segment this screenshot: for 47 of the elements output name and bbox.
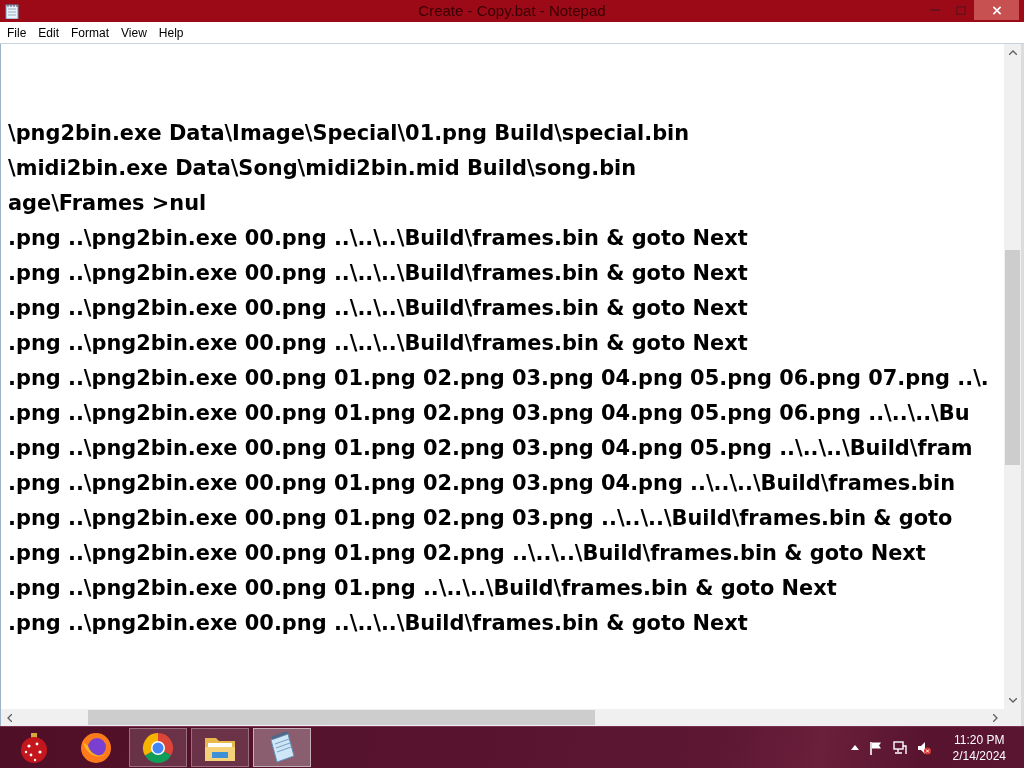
network-icon[interactable] xyxy=(892,740,907,755)
text-line: \midi2bin.exe Data\Song\midi2bin.mid Build\song.bin xyxy=(8,155,637,182)
menu-item[interactable]: Edit xyxy=(32,23,66,42)
taskbar-button[interactable] xyxy=(129,728,187,767)
scroll-left-icon[interactable] xyxy=(7,713,12,722)
text-line: .png ..\png2bin.exe 00.png 01.png 02.png 03.png 04.png ..\..\..\Build\frames.bin xyxy=(8,470,956,497)
clock[interactable]: 11:20 PM 2/14/2024 xyxy=(952,731,1006,764)
text-line: .png ..\png2bin.exe 00.png ..\..\..\Build\frames.bin & goto Next xyxy=(8,610,748,637)
text-line: .png ..\png2bin.exe 00.png 01.png 02.png 03.png 04.png 05.png 06.png 07.png ..\. xyxy=(8,365,989,392)
menu-item[interactable]: File xyxy=(1,23,33,42)
horizontal-scrollbar[interactable] xyxy=(1,709,1004,726)
ornament-icon xyxy=(18,731,50,764)
minimize-icon xyxy=(930,9,940,11)
text-line: .png ..\png2bin.exe 00.png ..\..\..\Build\frames.bin & goto Next xyxy=(8,330,748,357)
maximize-icon xyxy=(956,5,966,15)
notepad-icon xyxy=(4,3,20,19)
scroll-down-icon[interactable] xyxy=(1008,698,1017,703)
text-line: .png ..\png2bin.exe 00.png ..\..\..\Build\frames.bin & goto Next xyxy=(8,225,748,252)
menu-item[interactable]: Format xyxy=(65,23,116,42)
text-line: \png2bin.exe Data\Image\Special\01.png Build\special.bin xyxy=(8,120,690,147)
window-title: Create - Copy.bat - Notepad xyxy=(418,1,606,21)
menu-item[interactable]: Help xyxy=(152,23,190,42)
text-line: .png ..\png2bin.exe 00.png 01.png 02.png 03.png 04.png 05.png ..\..\..\Build\fram xyxy=(8,435,973,462)
scroll-up-icon[interactable] xyxy=(1008,50,1017,55)
speaker-icon[interactable] xyxy=(916,740,931,755)
flag-icon[interactable] xyxy=(868,740,883,755)
taskbar-button[interactable] xyxy=(253,728,311,767)
menu-item[interactable]: View xyxy=(115,23,153,42)
close-button[interactable] xyxy=(974,0,1019,20)
text-line: .png ..\png2bin.exe 00.png 01.png 02.png 03.png 04.png 05.png 06.png ..\..\..\Bu xyxy=(8,400,970,427)
ring-browser-icon xyxy=(142,731,174,764)
text-line: .png ..\png2bin.exe 00.png 01.png 02.png ..\..\..\Build\frames.bin & goto Next xyxy=(8,540,926,567)
fox-browser-icon xyxy=(80,731,112,764)
text-line: .png ..\png2bin.exe 00.png ..\..\..\Build\frames.bin & goto Next xyxy=(8,295,748,322)
vertical-scrollbar[interactable] xyxy=(1004,44,1021,709)
scrollbar-thumb[interactable] xyxy=(88,710,595,725)
taskbar-button[interactable] xyxy=(191,728,249,767)
clock-time: 11:20 PM xyxy=(954,731,1005,748)
scroll-right-icon[interactable] xyxy=(993,713,998,722)
scrollbar-thumb[interactable] xyxy=(1005,250,1020,465)
chevron-up-icon[interactable] xyxy=(850,745,859,750)
text-line: age\Frames >nul xyxy=(8,190,207,217)
close-icon xyxy=(991,5,1002,15)
clock-date: 2/14/2024 xyxy=(952,747,1006,764)
text-line: .png ..\png2bin.exe 00.png 01.png ..\..\..\Build\frames.bin & goto Next xyxy=(8,575,837,602)
text-line: .png ..\png2bin.exe 00.png 01.png 02.png 03.png ..\..\..\Build\frames.bin & goto xyxy=(8,505,953,532)
text-line: .png ..\png2bin.exe 00.png ..\..\..\Build\frames.bin & goto Next xyxy=(8,260,748,287)
